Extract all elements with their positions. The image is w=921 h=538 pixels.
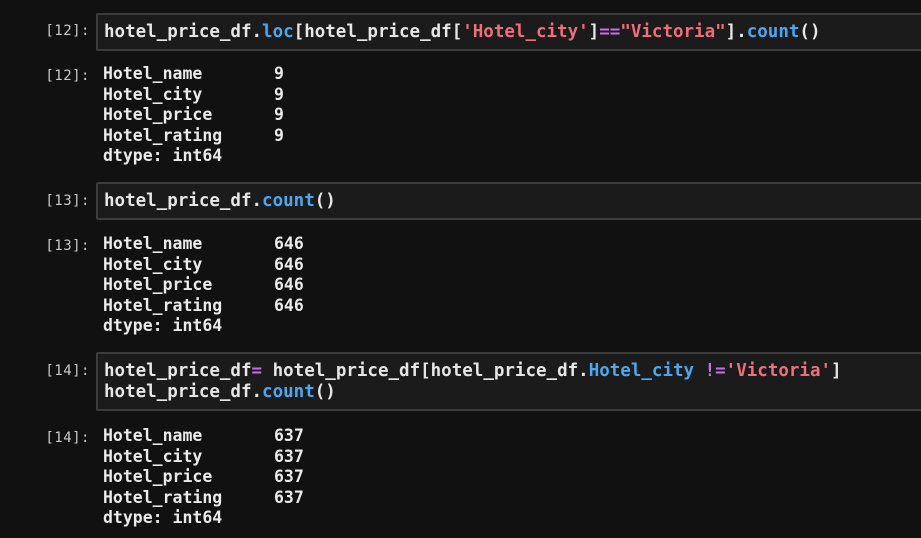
output-row: Hotel_rating 646 (103, 296, 304, 317)
output-value: 646 (274, 234, 304, 253)
input-prompt: [12]: (45, 23, 90, 39)
output-key: Hotel_price (103, 467, 213, 486)
cell-output: Hotel_name 9 Hotel_city 9 Hotel_price 9 Hotel_… (103, 64, 284, 167)
output-key: dtype: int64 (103, 146, 223, 165)
output-row: Hotel_name 9 (103, 64, 284, 85)
output-row: dtype: int64 (103, 146, 284, 167)
output-key: Hotel_name (103, 234, 203, 253)
output-row: Hotel_city 9 (103, 85, 284, 106)
output-key: Hotel_rating (103, 487, 223, 507)
code-token-default: ]. (725, 22, 747, 42)
code-token-default: [hotel_price_df[ (293, 22, 463, 42)
code-token-default: hotel_price_df. (104, 191, 263, 211)
code-token-string: 'Victoria' (725, 361, 832, 381)
output-prompt: [14]: (45, 430, 90, 446)
code-token-default: hotel_price_df (104, 361, 252, 381)
output-row: dtype: int64 (103, 316, 304, 337)
code-token-method: Hotel_city (588, 361, 695, 381)
code-token-default: ] (588, 22, 600, 42)
output-prompt: [13]: (45, 238, 90, 254)
code-line: hotel_price_df.count() (104, 382, 918, 403)
code-input-cell[interactable]: hotel_price_df.loc[hotel_price_df['Hotel… (96, 13, 921, 51)
output-row: Hotel_name 637 (103, 426, 304, 447)
output-key: dtype: int64 (103, 316, 223, 335)
code-token-default: hotel_price_df. (104, 22, 263, 42)
output-row: Hotel_price 9 (103, 105, 284, 126)
code-token-operator: = (251, 361, 263, 381)
code-token-default: () (314, 191, 336, 211)
code-token-default: () (799, 22, 821, 42)
output-value: 646 (274, 295, 304, 315)
code-token-string: 'Hotel_city' (462, 22, 589, 42)
output-row: Hotel_rating 637 (103, 488, 304, 509)
code-token-default: ] (831, 361, 842, 381)
code-token-string: "Victoria" (620, 22, 726, 42)
code-line: hotel_price_df.loc[hotel_price_df['Hotel… (104, 22, 918, 43)
code-line: hotel_price_df.count() (104, 191, 918, 212)
code-token-operator: == (599, 22, 621, 42)
output-value: 9 (274, 125, 284, 145)
output-value: 637 (274, 487, 304, 507)
output-row: Hotel_price 646 (103, 275, 304, 296)
output-key: Hotel_name (103, 426, 203, 445)
output-value: 9 (274, 84, 284, 104)
output-value: 646 (274, 254, 304, 274)
output-value: 9 (274, 64, 284, 83)
output-row: Hotel_city 637 (103, 447, 304, 468)
output-key: Hotel_price (103, 105, 213, 124)
code-token-method: count (746, 22, 800, 42)
output-value: 637 (274, 446, 304, 466)
output-key: Hotel_city (103, 446, 203, 466)
output-value: 637 (274, 426, 304, 445)
code-token-default: hotel_price_df[hotel_price_df. (262, 361, 589, 381)
cell-output: Hotel_name 637 Hotel_city 637 Hotel_price 637… (103, 426, 304, 529)
output-key: Hotel_city (103, 84, 203, 104)
output-key: Hotel_price (103, 275, 213, 294)
code-line: hotel_price_df= hotel_price_df[hotel_pri… (104, 361, 918, 382)
code-token-default (694, 361, 705, 381)
code-token-method: count (262, 382, 315, 402)
output-prompt: [12]: (45, 68, 90, 84)
output-key: Hotel_rating (103, 125, 223, 145)
output-value: 9 (274, 105, 284, 124)
code-token-operator: != (704, 361, 726, 381)
code-input-cell[interactable]: hotel_price_df.count() (96, 182, 921, 220)
output-key: Hotel_name (103, 64, 203, 83)
output-row: Hotel_name 646 (103, 234, 304, 255)
code-token-default: hotel_price_df. (104, 382, 263, 402)
output-row: Hotel_price 637 (103, 467, 304, 488)
output-value: 646 (274, 275, 304, 294)
output-key: dtype: int64 (103, 508, 223, 527)
output-key: Hotel_rating (103, 295, 223, 315)
output-row: dtype: int64 (103, 508, 304, 529)
code-token-method: count (262, 191, 315, 211)
output-value: 637 (274, 467, 304, 486)
code-token-default: () (314, 382, 336, 402)
output-row: Hotel_rating 9 (103, 126, 284, 147)
input-prompt: [13]: (45, 193, 90, 209)
input-prompt: [14]: (45, 363, 90, 379)
code-token-method: loc (262, 22, 294, 42)
output-row: Hotel_city 646 (103, 255, 304, 276)
output-key: Hotel_city (103, 254, 203, 274)
code-input-cell[interactable]: hotel_price_df= hotel_price_df[hotel_pri… (96, 352, 921, 411)
cell-output: Hotel_name 646 Hotel_city 646 Hotel_price 646… (103, 234, 304, 337)
